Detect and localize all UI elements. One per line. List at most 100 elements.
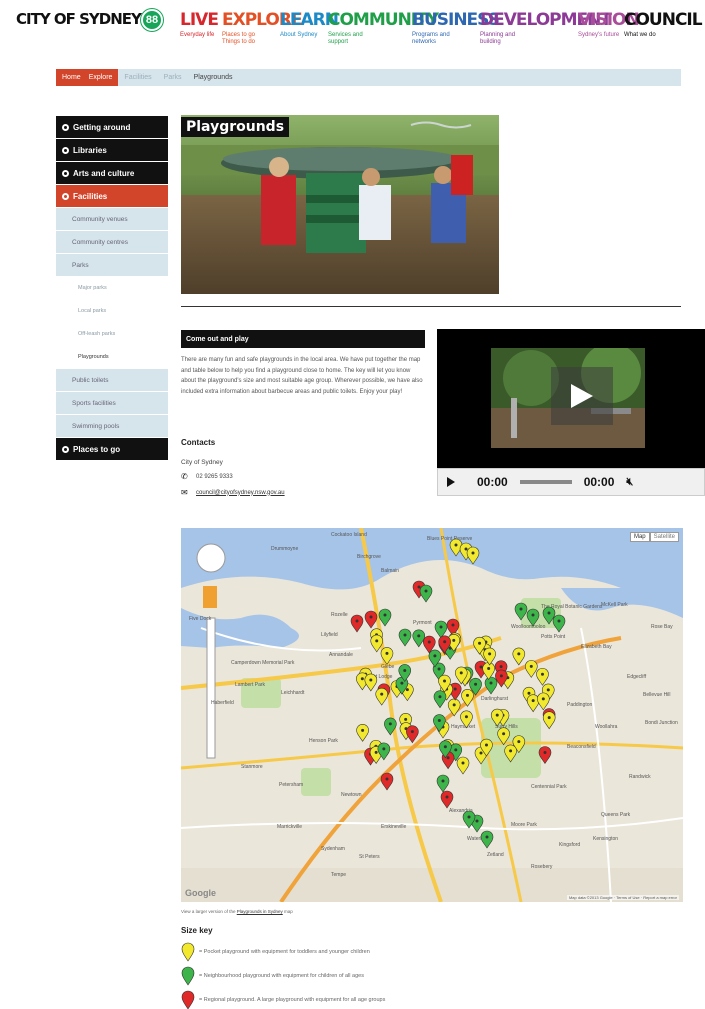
map-pin-dot [479,665,483,669]
map-place-label: St Peters [359,854,380,860]
map-pin-dot [488,652,492,656]
map-pin-icon [181,942,195,962]
breadcrumb-explore[interactable]: Explore [86,69,119,86]
contact-email-link[interactable]: council@cityofsydney.nsw.gov.au [196,490,285,496]
map-pin-dot [484,743,488,747]
map-place-label: Leichhardt [281,690,305,696]
map-pin-dot [361,728,365,732]
map-pin-dot [439,625,443,629]
contact-name: City of Sydney [181,459,223,466]
map-pin-dot [459,671,463,675]
time-total: 00:00 [583,475,615,489]
site-logo[interactable]: CITY OF SYDNEY [16,10,142,28]
sidebar-item-label: Places to go [73,444,121,454]
map-pin-dot [557,619,561,623]
sidebar-item-playgrounds[interactable]: Playgrounds [56,346,168,368]
map-pin-dot [403,668,407,672]
map-pin-dot [531,699,535,703]
map-canvas[interactable]: Cockatoo Island Blues Point Reserve Drummo… [181,528,683,902]
control-play-icon[interactable] [447,477,455,487]
sidebar-item-arts-and-culture[interactable]: Arts and culture [56,162,168,184]
map-pin-dot [400,681,404,685]
breadcrumb-parks[interactable]: Parks [158,69,188,86]
map-caption-prefix: View a larger version of the [181,909,236,914]
breadcrumb-facilities[interactable]: Facilities [118,69,157,86]
map-pin-dot [546,688,550,692]
sidebar-item-off-leash-parks[interactable]: Off-leash parks [56,323,168,345]
map-place-label: Bondi Junction [645,720,678,726]
size-key-row: = Pocket playground with equipment for t… [181,942,370,962]
contacts-heading: Contacts [181,438,216,447]
map-place-label: Erskineville [381,824,407,830]
map-place-label: Stanmore [241,764,263,770]
circle-bullet-icon [62,146,69,154]
time-current: 00:00 [477,475,508,489]
map-pin-dot [433,654,437,658]
map-pin-dot [543,750,547,754]
sidebar-item-public-toilets[interactable]: Public toilets [56,369,168,391]
map-type-satellite[interactable]: Satellite [649,532,679,542]
map-pin-dot [375,639,379,643]
sidebar-item-community-centres[interactable]: Community centres [56,231,168,253]
nav-sublabel: Planning and building [480,32,516,45]
map-type-map[interactable]: Map [629,532,650,542]
map-place-label: Tempe [331,872,346,878]
map-place-label: Kingsford [559,842,580,848]
nav-live[interactable]: LIVE Everyday life [180,10,224,39]
map-pin-dot [383,613,387,617]
map-pin-dot [410,730,414,734]
map-place-label: Centennial Park [531,784,567,790]
map-pin-dot [451,623,455,627]
sidebar-item-libraries[interactable]: Libraries [56,139,168,161]
map-place-label: Blues Point Reserve [427,536,473,542]
nav-sublabel: Sydney's future [578,32,620,38]
map-caption-suffix: map [284,909,293,914]
sidebar-item-local-parks[interactable]: Local parks [56,300,168,322]
sidebar-item-major-parks[interactable]: Major parks [56,277,168,299]
sidebar-item-label: Public toilets [72,376,109,384]
map-pin-dot [374,750,378,754]
map-place-label: Glebe [381,664,395,670]
map-place-label: Sydenham [321,846,345,852]
map-pin-dot [405,688,409,692]
map-place-label: Elizabeth Bay [581,644,612,650]
map-place-label: Five Dock [189,616,212,622]
sidebar-item-community-venues[interactable]: Community venues [56,208,168,230]
map-place-label: Birchgrove [357,554,381,560]
contact-phone: 02 9265 9333 [196,473,233,480]
sidebar-item-label: Major parks [78,285,107,291]
map-pin-dot [443,679,447,683]
mute-icon[interactable]: 🔇︎ [626,476,633,489]
contact-email-row: ✉ council@cityofsydney.nsw.gov.au [181,488,285,497]
sidebar-item-sports-facilities[interactable]: Sports facilities [56,392,168,414]
map-place-label: Petersham [279,782,303,788]
sidebar-item-getting-around[interactable]: Getting around [56,116,168,138]
map-pin-dot [502,732,506,736]
map-place-label: Haberfield [211,700,234,706]
map-pin-dot [454,748,458,752]
sidebar-item-label: Parks [72,261,89,269]
map-pin-dot [479,751,483,755]
pegman-icon[interactable] [203,586,217,608]
pan-control-icon[interactable] [196,543,226,573]
map-pin-dot [446,756,450,760]
map-pin-dot [467,815,471,819]
sidebar-item-swimming-pools[interactable]: Swimming pools [56,415,168,437]
circle-bullet-icon [62,192,69,200]
playgrounds-map[interactable]: Cockatoo Island Blues Point Reserve Drummo… [181,528,683,902]
sidebar-item-facilities[interactable]: Facilities [56,185,168,207]
hero-photo [181,115,499,294]
map-pin-dot [437,667,441,671]
progress-track[interactable] [519,480,572,484]
page-title: Playgrounds [181,117,290,137]
nav-council[interactable]: COUNCIL What we do [624,10,703,39]
sidebar-item-parks[interactable]: Parks [56,254,168,276]
map-pin-dot [380,692,384,696]
zoom-slider[interactable] [206,617,216,759]
map-place-label: Rose Bay [651,624,673,630]
map-caption-link[interactable]: Playgrounds in Sydney [237,909,283,914]
sidebar-item-places-to-go[interactable]: Places to go [56,438,168,460]
breadcrumb-home[interactable]: Home [56,69,87,86]
video-play-overlay[interactable] [551,367,613,425]
sidebar-item-label: Playgrounds [78,354,109,360]
